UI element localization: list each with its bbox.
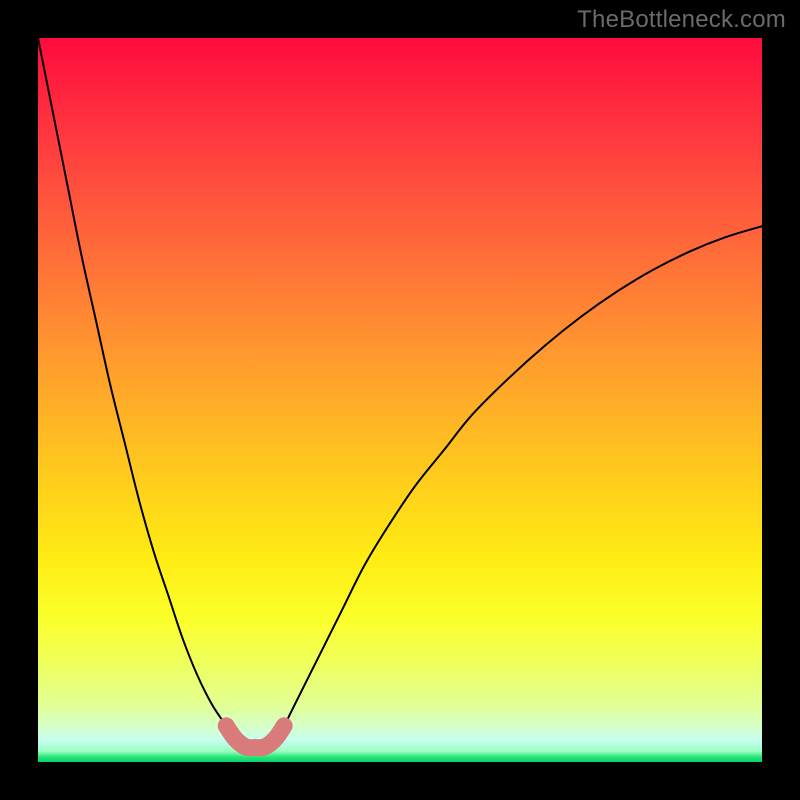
plot-area	[38, 38, 762, 762]
curve-minimum-marker	[226, 726, 284, 748]
chart-frame: TheBottleneck.com	[0, 0, 800, 800]
curve-layer	[38, 38, 762, 762]
bottleneck-curve	[38, 38, 762, 748]
watermark-label: TheBottleneck.com	[577, 6, 786, 34]
